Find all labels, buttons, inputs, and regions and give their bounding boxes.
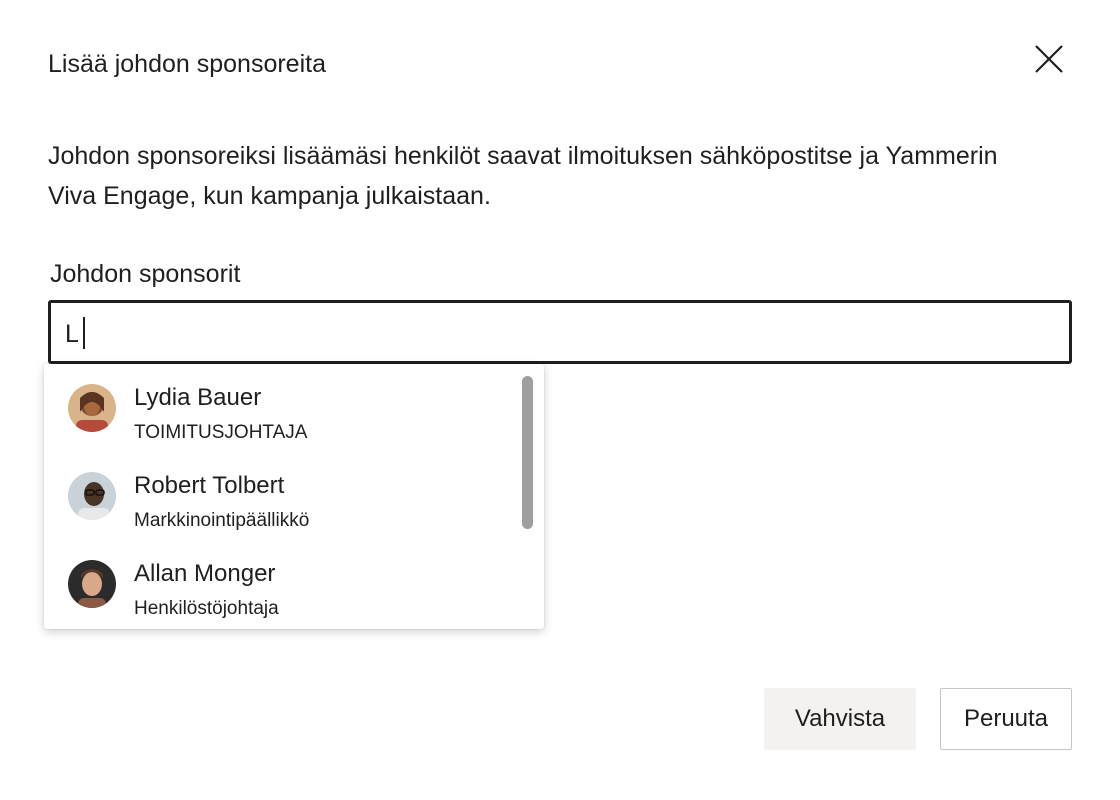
suggestion-dropdown: Lydia Bauer TOIMITUSJOHTAJA Robert Tolbe… [44, 364, 544, 629]
dialog-title: Lisää johdon sponsoreita [48, 50, 326, 78]
close-button[interactable] [1030, 40, 1068, 78]
dialog-description: Johdon sponsoreiksi lisäämäsi henkilöt s… [48, 142, 998, 210]
suggestion-item-allan-monger[interactable]: Allan Monger Henkilöstöjohtaja [44, 540, 514, 628]
avatar-icon [68, 384, 116, 432]
suggestion-item-robert-tolbert[interactable]: Robert Tolbert Markkinointipäällikkö [44, 452, 514, 540]
add-sponsors-dialog: Lisää johdon sponsoreita Johdon sponsore… [0, 0, 1120, 800]
confirm-button[interactable]: Vahvista [764, 688, 916, 750]
sponsor-search-value: L [65, 320, 79, 348]
suggestion-role: Markkinointipäällikkö [134, 510, 310, 531]
avatar-icon [68, 472, 116, 520]
text-caret [83, 317, 85, 349]
close-icon [1030, 40, 1068, 78]
suggestion-role: Henkilöstöjohtaja [134, 598, 279, 619]
suggestion-name: Robert Tolbert [134, 472, 285, 499]
dropdown-scrollbar[interactable] [522, 376, 533, 529]
suggestion-role: TOIMITUSJOHTAJA [134, 422, 308, 443]
sponsor-field-label: Johdon sponsorit [50, 260, 241, 288]
suggestion-item-lydia-bauer[interactable]: Lydia Bauer TOIMITUSJOHTAJA [44, 364, 514, 452]
cancel-button[interactable]: Peruuta [940, 688, 1072, 750]
sponsor-search-input[interactable]: L [48, 300, 1072, 364]
avatar-icon [68, 560, 116, 608]
suggestion-name: Lydia Bauer [134, 384, 262, 411]
suggestion-name: Allan Monger [134, 560, 276, 587]
